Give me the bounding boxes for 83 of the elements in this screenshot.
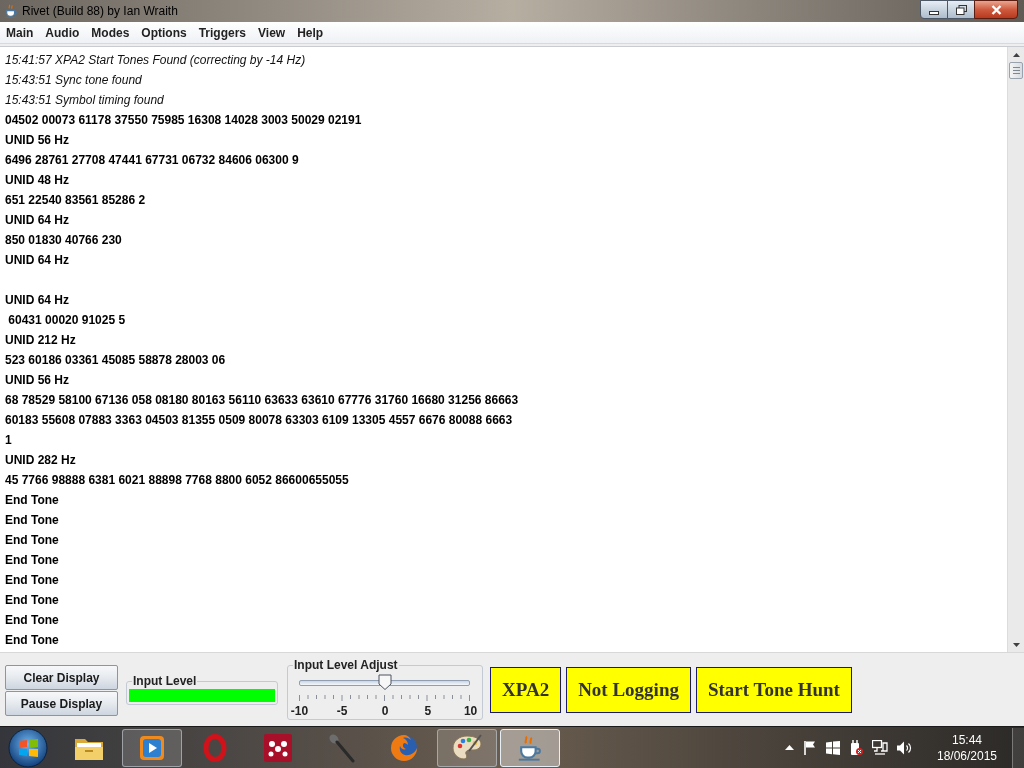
scale-label: -5 [336,704,348,718]
start-button[interactable] [8,727,48,768]
log-line: 850 01830 40766 230 [5,233,122,247]
log-line: 1 [5,433,12,447]
log-line: UNID 56 Hz [5,373,69,387]
slider-thumb[interactable] [377,674,392,690]
log-line: 04502 00073 61178 37550 75985 16308 14028 3003 50029 02191 [5,113,362,127]
menu-item[interactable]: Modes [91,25,130,40]
flag-icon[interactable] [803,740,817,755]
log-line: 651 22540 83561 85286 2 [5,193,146,207]
log-line: UNID 64 Hz [5,213,69,227]
menu-item[interactable]: Options [141,25,187,40]
log-line: End Tone [5,593,59,607]
menu-item[interactable]: Main [6,25,34,40]
log-line: End Tone [5,513,59,527]
display-button[interactable]: Pause Display [5,691,118,716]
scrollbar[interactable] [1007,47,1024,652]
status-button[interactable]: XPA2 [490,667,562,713]
nodes-icon [264,733,292,762]
menu-item[interactable]: Help [297,25,324,40]
group-title: Input Level Adjust [293,658,399,672]
scale-label: 0 [381,704,389,718]
tick-marks-icon [299,695,470,701]
log-line: End Tone [5,573,59,587]
display-button[interactable]: Clear Display [5,665,118,690]
clock[interactable]: 15:44 18/06/2015 [934,731,1000,764]
slider-track[interactable] [299,680,470,686]
ring-icon [203,733,227,762]
log-line: UNID 48 Hz [5,173,69,187]
minimize-icon [929,10,939,15]
windows-orb-icon [8,727,48,768]
log-line: UNID 212 Hz [5,333,76,347]
taskbar-button[interactable] [500,728,560,767]
palette-icon [452,733,482,762]
scrollbar-thumb[interactable] [1009,62,1023,79]
play-icon [139,734,165,761]
log-line: End Tone [5,493,59,507]
log-line: UNID 64 Hz [5,253,69,267]
log-line: UNID 56 Hz [5,133,69,147]
maximize-button[interactable] [948,0,974,19]
menu-item[interactable]: Audio [45,25,80,40]
log-line: End Tone [5,613,59,627]
close-icon [990,4,1002,15]
log-line: 15:41:57 XPA2 Start Tones Found (correcting by -14 Hz) [5,53,306,67]
log-text-area[interactable] [0,47,1007,652]
status-button[interactable]: Not Logging [566,667,691,713]
chevron-up-icon[interactable] [785,745,794,750]
log-line: End Tone [5,633,59,647]
log-line: UNID 282 Hz [5,453,76,467]
coffee-cup-icon [518,734,542,761]
scale-label: 10 [463,704,478,718]
group-title: Input Level [132,674,198,688]
coffee-cup-icon [5,4,18,18]
taskbar-button[interactable] [437,728,497,767]
log-line: End Tone [5,533,59,547]
scale-label: 5 [424,704,432,718]
window-title: Rivet (Build 88) by Ian Wraith [22,4,178,18]
menu-item[interactable]: View [258,25,286,40]
status-button[interactable]: Start Tone Hunt [695,667,852,713]
scale-label: -10 [290,704,309,718]
log-line: 15:43:51 Sync tone found [5,73,142,87]
up-triangle-icon [1012,52,1020,57]
microphone-icon [327,732,355,763]
windows-logo-icon[interactable] [826,740,840,755]
log-line: End Tone [5,553,59,567]
minimize-button[interactable] [920,0,948,19]
log-line: 60183 55608 07883 3363 04503 81355 0509 80078 63303 6109 13305 4557 6676 80088 6663 [5,413,513,427]
restore-icon [955,4,967,15]
menu-item[interactable]: Triggers [198,25,247,40]
log-line: 68 78529 58100 67136 058 08180 80163 56110 63633 63610 67776 31760 16680 31256 86663 [5,393,519,407]
globe-icon [390,733,418,762]
show-desktop-button[interactable] [1012,727,1024,768]
log-line: 45 7766 98888 6381 6021 88898 7768 8800 6052 86600655055 [5,473,349,487]
speaker-icon[interactable] [897,740,913,755]
network-icon[interactable] [872,740,888,755]
close-button[interactable] [974,0,1018,19]
power-plug-icon[interactable] [849,739,863,756]
log-line: UNID 64 Hz [5,293,69,307]
down-triangle-icon [1012,642,1020,647]
log-line: 523 60186 03361 45085 58878 28003 06 [5,353,226,367]
log-line: 15:43:51 Symbol timing found [5,93,164,107]
log-line: 6496 28761 27708 47441 67731 06732 84606 06300 9 [5,153,299,167]
log-line: 60431 00020 91025 5 [7,313,126,327]
